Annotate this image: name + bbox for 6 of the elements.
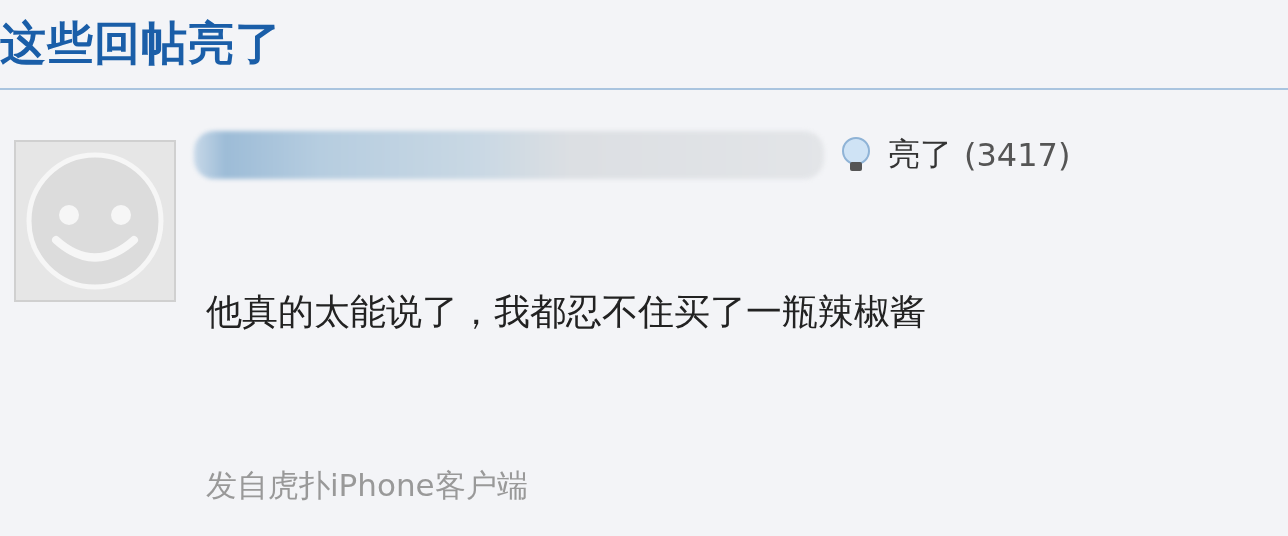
post-text: 他真的太能说了，我都忍不住买了一瓶辣椒酱 [206, 290, 927, 334]
light-count: (3417) [964, 136, 1071, 174]
post-source: 发自虎扑iPhone客户端 [206, 466, 529, 505]
section-title: 这些回帖亮了 [0, 15, 282, 72]
avatar-icon [14, 140, 176, 302]
light-label[interactable]: 亮了 [888, 133, 952, 177]
